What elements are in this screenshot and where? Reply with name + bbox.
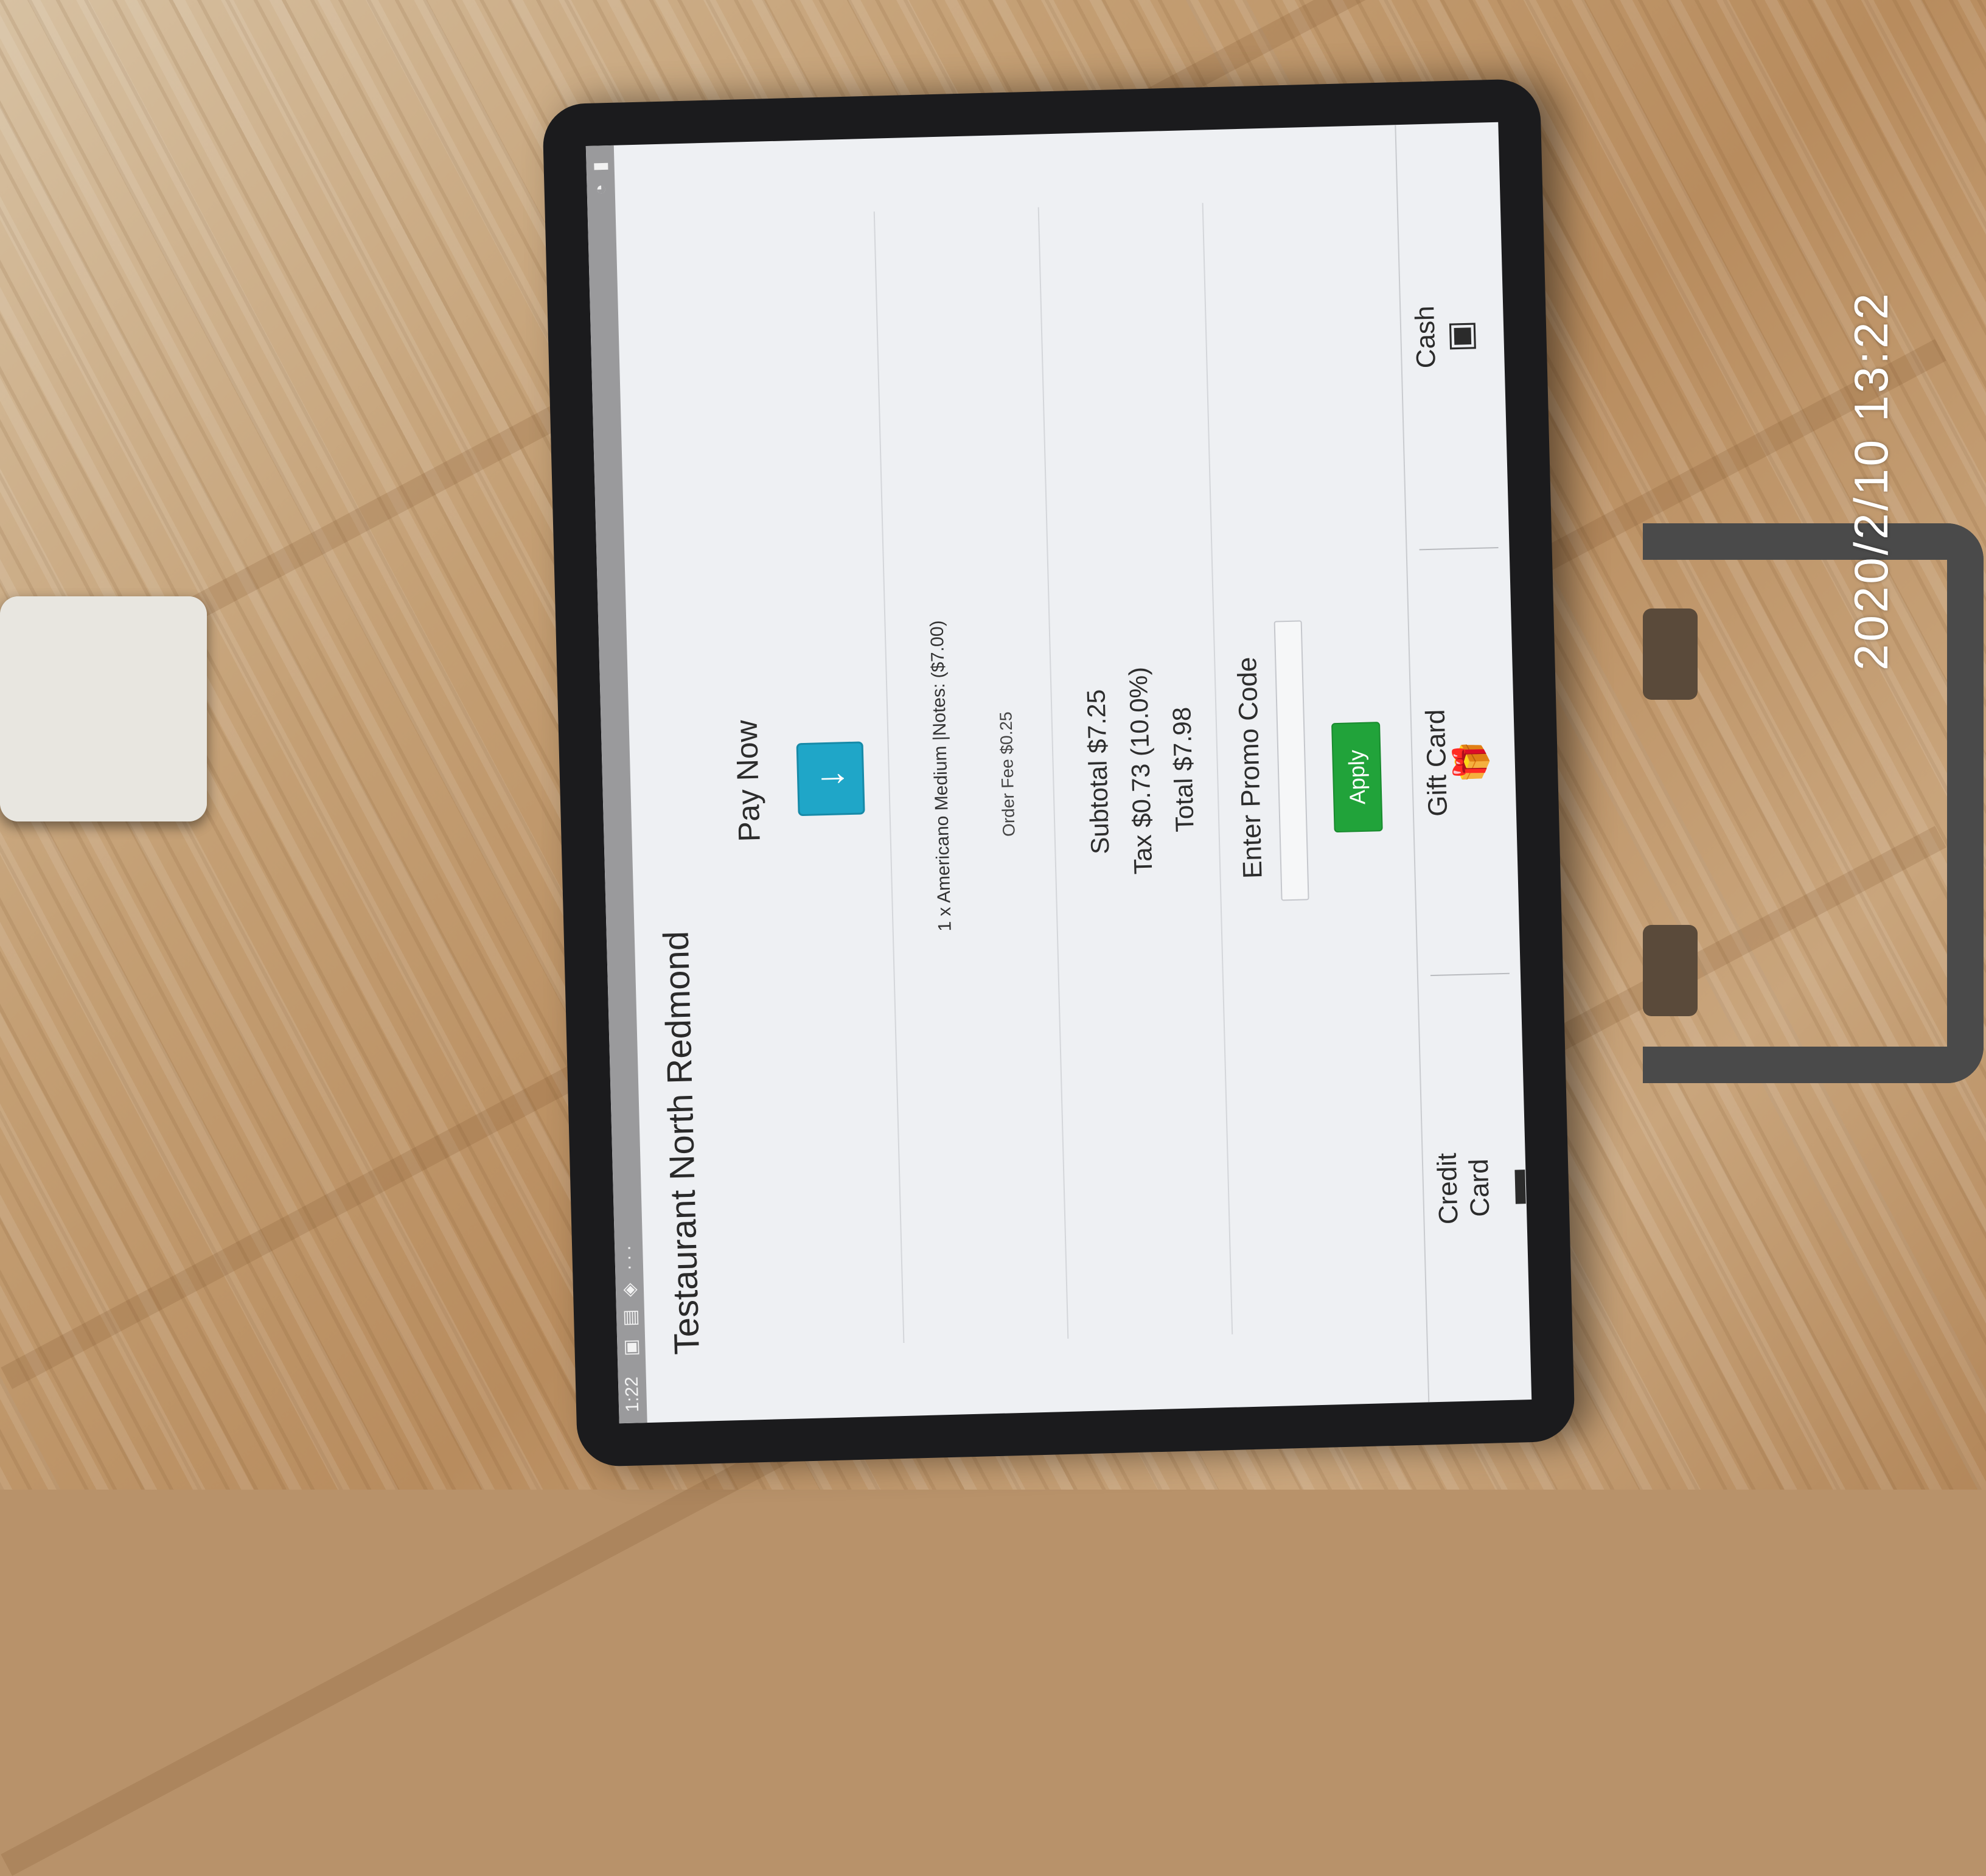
- apply-promo-button[interactable]: Apply: [1331, 722, 1383, 833]
- order-item-line: 1 x Americano Medium |Notes: ($7.00): [927, 620, 955, 932]
- tablet-screen: 1:22 ▣ ▤ ◈ ··· ◔ ▮ Testaurant North Redm…: [585, 122, 1532, 1424]
- totals-block: Subtotal $7.25 Tax $0.73 (10.0%) Total $…: [1061, 130, 1222, 1411]
- stand-clip: [1643, 925, 1698, 1016]
- photo-timestamp: 2020/2/10 13:22: [1844, 291, 1898, 671]
- pay-now-heading: Pay Now: [729, 719, 767, 843]
- tablet-device: 1:22 ▣ ▤ ◈ ··· ◔ ▮ Testaurant North Redm…: [542, 78, 1576, 1468]
- payment-method-tabs: Credit Card ▬ Gift Card 🎁 Cash ▣: [1395, 122, 1532, 1403]
- android-status-bar: 1:22 ▣ ▤ ◈ ··· ◔ ▮: [585, 145, 647, 1424]
- promo-code-input[interactable]: [1273, 620, 1309, 901]
- divider: [1037, 207, 1069, 1339]
- credit-card-label: Credit Card: [1432, 1152, 1496, 1225]
- restaurant-title: Testaurant North Redmond: [656, 930, 707, 1356]
- notification-icons: ▣ ▤ ◈ ···: [618, 1241, 641, 1357]
- card-reader-jack: [0, 596, 207, 821]
- status-time: 1:22: [621, 1376, 643, 1413]
- pay-cash-tab[interactable]: Cash ▣: [1396, 122, 1510, 551]
- stand-clip: [1643, 608, 1698, 700]
- order-fee: Order Fee $0.25: [996, 711, 1019, 837]
- pay-credit-card-tab[interactable]: Credit Card ▬: [1418, 974, 1532, 1402]
- pay-gift-card-tab[interactable]: Gift Card 🎁: [1407, 548, 1522, 976]
- system-icons: ◔ ▮: [590, 157, 611, 195]
- arrow-down-icon: ↓: [809, 769, 852, 789]
- divider: [873, 211, 905, 1344]
- expand-order-button[interactable]: ↓: [796, 741, 865, 817]
